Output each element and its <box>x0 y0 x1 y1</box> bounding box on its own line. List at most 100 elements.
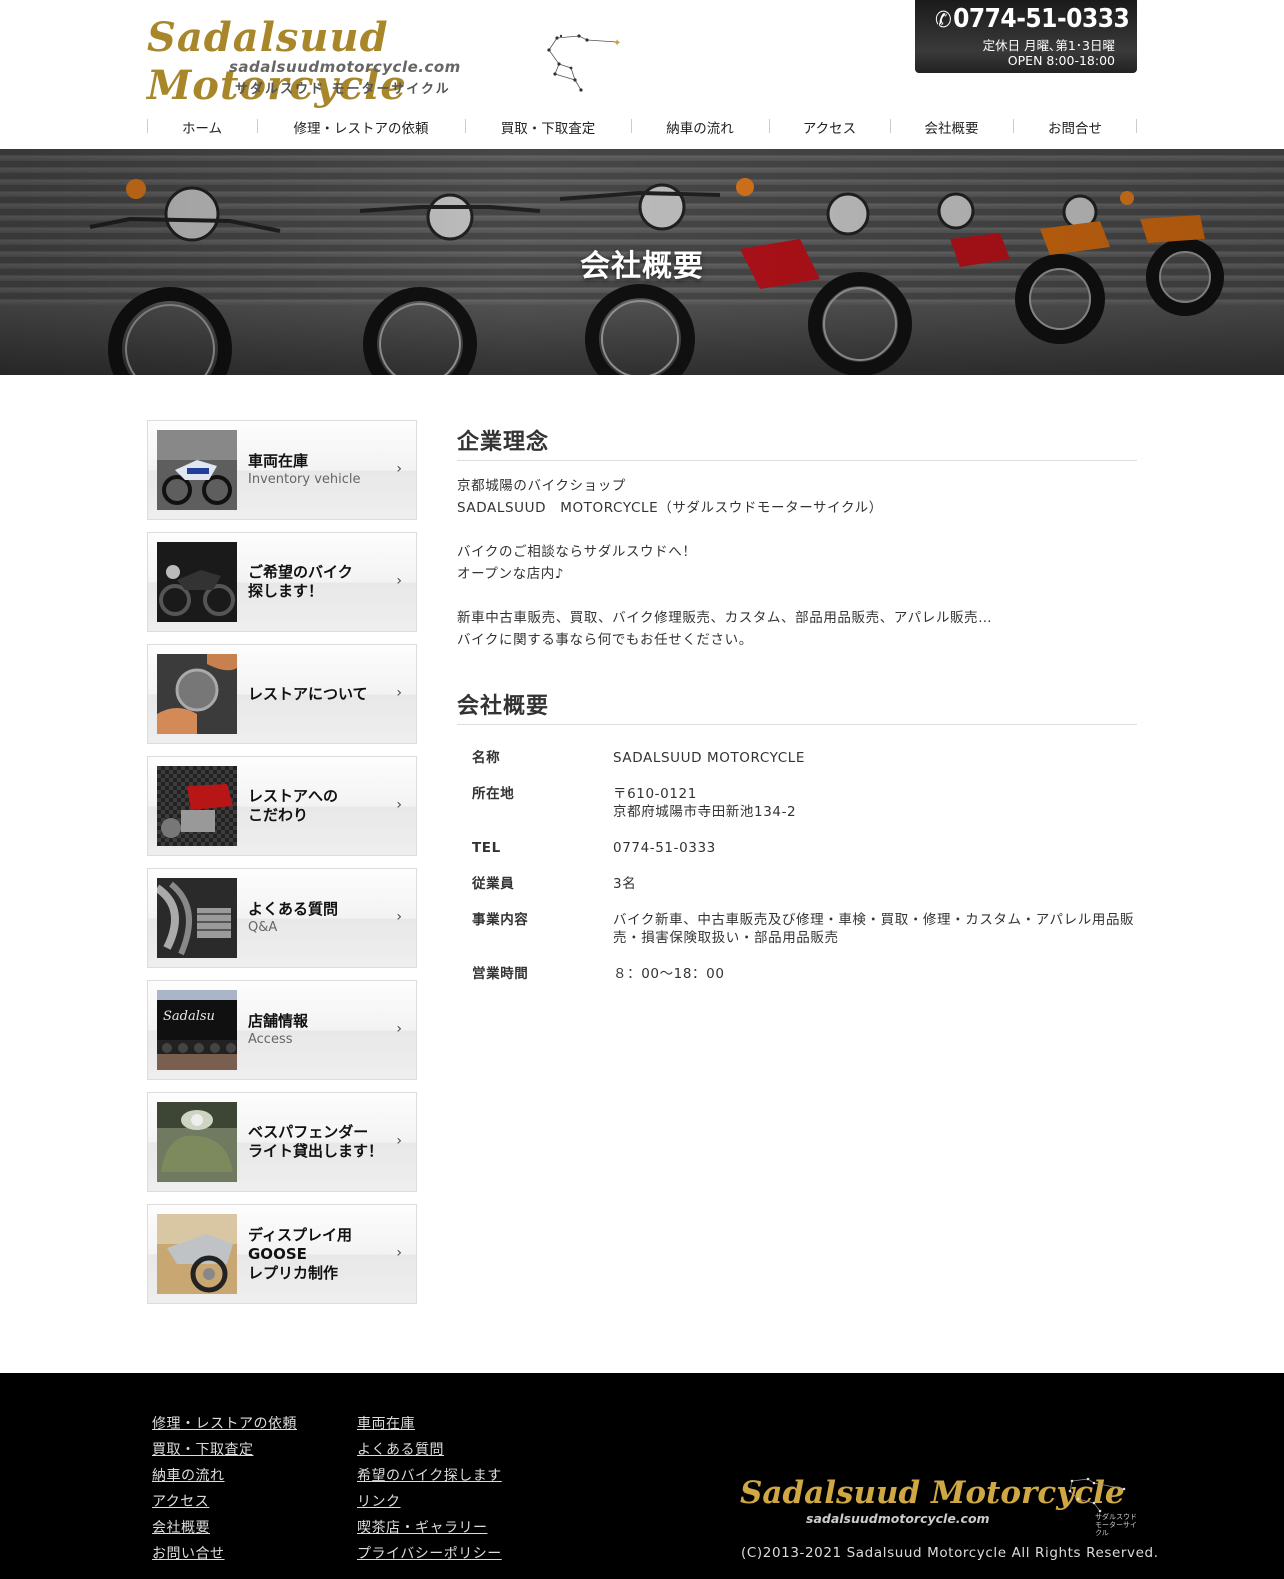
site-footer: 修理・レストアの依頼 買取・下取査定 納車の流れ アクセス 会社概要 お問い合せ… <box>0 1373 1284 1579</box>
phone-box[interactable]: ✆0774-51-0333 定休日 月曜､第1･3日曜 OPEN 8:00-18… <box>915 0 1137 73</box>
logo-kana: サダルスウド モーターサイクル <box>235 82 451 97</box>
nav-buyback[interactable]: 買取・下取査定 <box>465 104 631 149</box>
svg-text:✦: ✦ <box>613 38 621 49</box>
sidebar-item-label: レストアについて <box>248 684 368 703</box>
nav-delivery[interactable]: 納車の流れ <box>631 104 769 149</box>
sidebar-item-text: 店舗情報 Access <box>248 981 308 1079</box>
logo-url: sadalsuudmotorcycle.com <box>229 58 461 76</box>
sidebar-item-goose-replica[interactable]: ディスプレイ用 GOOSE レプリカ制作 › <box>147 1204 417 1304</box>
table-row: 営業時間 ８：00～18：00 <box>457 965 1137 1001</box>
footer-link-faq[interactable]: よくある質問 <box>357 1437 502 1463</box>
row-value: バイク新車、中古車販売及び修理・車検・買取・修理・カスタム・アパレル用品販売・損… <box>613 912 1135 946</box>
phone-number-text: 0774-51-0333 <box>953 4 1130 34</box>
faq-thumbnail <box>157 878 237 958</box>
row-key: TEL <box>472 840 501 856</box>
sidebar-item-label: ベスパフェンダー ライト貸出します！ <box>248 1123 384 1160</box>
chevron-right-icon: › <box>396 685 402 701</box>
footer-logo[interactable]: Sadalsuud Motorcycle sadalsuudmotorcycle… <box>740 1475 1140 1537</box>
row-key: 従業員 <box>472 876 515 892</box>
footer-link-bike-search[interactable]: 希望のバイク探します <box>357 1463 502 1489</box>
sidebar-item-text: ご希望のバイク 探します！ <box>248 533 353 631</box>
nav-home[interactable]: ホーム <box>147 104 257 149</box>
copyright: (C)2013-2021 Sadalsuud Motorcycle All Ri… <box>741 1545 1159 1561</box>
philosophy-line: 新車中古車販売、買取、バイク修理販売、カスタム、部品用品販売、アパレル販売… <box>457 610 993 626</box>
bike-search-thumbnail <box>157 542 237 622</box>
vespa-fender-thumbnail <box>157 1102 237 1182</box>
footer-link-links[interactable]: リンク <box>357 1489 502 1515</box>
footer-link-delivery[interactable]: 納車の流れ <box>152 1463 297 1489</box>
row-key: 所在地 <box>472 786 515 802</box>
sidebar-item-restore-commitment[interactable]: レストアへの こだわり › <box>147 756 417 856</box>
hero-banner: 会社概要 <box>0 149 1284 375</box>
row-value: SADALSUUD MOTORCYCLE <box>613 750 806 766</box>
footer-links-col2: 車両在庫 よくある質問 希望のバイク探します リンク 喫茶店・ギャラリー プライ… <box>357 1411 502 1567</box>
row-value: 〒610-0121 京都府城陽市寺田新池134-2 <box>613 786 797 820</box>
row-value: 0774-51-0333 <box>613 840 716 856</box>
sidebar-item-restore[interactable]: レストアについて › <box>147 644 417 744</box>
sidebar-item-text: ディスプレイ用 GOOSE レプリカ制作 <box>248 1205 352 1303</box>
restore-thumbnail <box>157 654 237 734</box>
sidebar-item-text: レストアへの こだわり <box>248 757 338 855</box>
phone-number[interactable]: ✆0774-51-0333 <box>935 4 1130 34</box>
chevron-right-icon: › <box>396 461 402 477</box>
goose-replica-thumbnail <box>157 1214 237 1294</box>
footer-logo-wordmark: Sadalsuud Motorcycle <box>740 1475 1125 1511</box>
sidebar-item-text: よくある質問 Q&A <box>248 869 338 967</box>
sidebar-item-bike-search[interactable]: ご希望のバイク 探します！ › <box>147 532 417 632</box>
sidebar-item-vespa-fender[interactable]: ベスパフェンダー ライト貸出します！ › <box>147 1092 417 1192</box>
nav-contact[interactable]: お問合せ <box>1013 104 1137 149</box>
table-row: 従業員 3名 <box>457 875 1137 911</box>
shop-info-thumbnail: Sadalsu <box>157 990 237 1070</box>
sidebar-item-shop-info[interactable]: Sadalsu 店舗情報 Access › <box>147 980 417 1080</box>
sidebar-item-label: 店舗情報 <box>248 1011 309 1030</box>
row-key: 営業時間 <box>472 966 529 982</box>
footer-links-col1: 修理・レストアの依頼 買取・下取査定 納車の流れ アクセス 会社概要 お問い合せ <box>152 1411 297 1567</box>
svg-text:Sadalsu: Sadalsu <box>163 1009 215 1024</box>
table-row: 所在地 〒610-0121 京都府城陽市寺田新池134-2 <box>457 785 1137 839</box>
sidebar-item-sublabel: Inventory vehicle <box>248 471 361 487</box>
constellation-icon: ✦ <box>547 34 621 92</box>
footer-link-contact[interactable]: お問い合せ <box>152 1541 297 1567</box>
row-value: ８：00～18：00 <box>613 966 725 982</box>
sidebar-item-inventory[interactable]: 車両在庫 Inventory vehicle › <box>147 420 417 520</box>
company-heading: 会社概要 <box>457 688 1137 725</box>
sidebar: 車両在庫 Inventory vehicle › ご希望のバイク 探します！ ›… <box>147 420 417 1316</box>
footer-link-privacy[interactable]: プライバシーポリシー <box>357 1541 502 1567</box>
footer-logo-kana: サダルスウド モーターサイクル <box>1095 1513 1137 1537</box>
chevron-right-icon: › <box>396 1021 402 1037</box>
sidebar-item-label: ディスプレイ用 GOOSE レプリカ制作 <box>248 1225 352 1282</box>
open-hours: OPEN 8:00-18:00 <box>1007 53 1115 68</box>
footer-link-repair[interactable]: 修理・レストアの依頼 <box>152 1411 297 1437</box>
philosophy-text: 京都城陽のバイクショップ SADALSUUD MOTORCYCLE（サダルスウド… <box>457 461 1137 651</box>
company-info-table: 名称 SADALSUUD MOTORCYCLE 所在地 〒610-0121 京都府城… <box>457 749 1137 1001</box>
site-logo[interactable]: Sadalsuud Motorcycle sadalsuudmotorcycle… <box>147 14 647 109</box>
philosophy-heading: 企業理念 <box>457 424 1137 461</box>
footer-link-access[interactable]: アクセス <box>152 1489 297 1515</box>
chevron-right-icon: › <box>396 1245 402 1261</box>
footer-link-buyback[interactable]: 買取・下取査定 <box>152 1437 297 1463</box>
constellation-icon <box>1068 1477 1126 1513</box>
phone-hours: 定休日 月曜､第1･3日曜 OPEN 8:00-18:00 <box>983 38 1115 68</box>
sidebar-item-label: レストアへの こだわり <box>248 787 339 824</box>
philosophy-line: バイクのご相談ならサダルスウドへ！ <box>457 544 697 560</box>
philosophy-line: SADALSUUD MOTORCYCLE（サダルスウドモーターサイクル） <box>457 500 883 516</box>
chevron-right-icon: › <box>396 1133 402 1149</box>
sidebar-item-text: ベスパフェンダー ライト貸出します！ <box>248 1093 383 1191</box>
footer-link-cafe-gallery[interactable]: 喫茶店・ギャラリー <box>357 1515 502 1541</box>
row-key: 事業内容 <box>472 912 529 928</box>
nav-access[interactable]: アクセス <box>769 104 890 149</box>
sidebar-item-faq[interactable]: よくある質問 Q&A › <box>147 868 417 968</box>
table-row: TEL 0774-51-0333 <box>457 839 1137 875</box>
chevron-right-icon: › <box>396 573 402 589</box>
footer-link-inventory[interactable]: 車両在庫 <box>357 1411 502 1437</box>
sidebar-item-label: よくある質問 <box>248 899 339 918</box>
nav-company[interactable]: 会社概要 <box>890 104 1013 149</box>
sidebar-item-text: レストアについて <box>248 645 368 743</box>
footer-link-company[interactable]: 会社概要 <box>152 1515 297 1541</box>
phone-icon: ✆ <box>935 8 952 33</box>
chevron-right-icon: › <box>396 797 402 813</box>
nav-repair[interactable]: 修理・レストアの依頼 <box>257 104 465 149</box>
philosophy-line: バイクに関する事なら何でもお任せください。 <box>457 632 753 648</box>
chevron-right-icon: › <box>396 909 402 925</box>
main-nav: ホーム 修理・レストアの依頼 買取・下取査定 納車の流れ アクセス 会社概要 お… <box>147 104 1137 149</box>
